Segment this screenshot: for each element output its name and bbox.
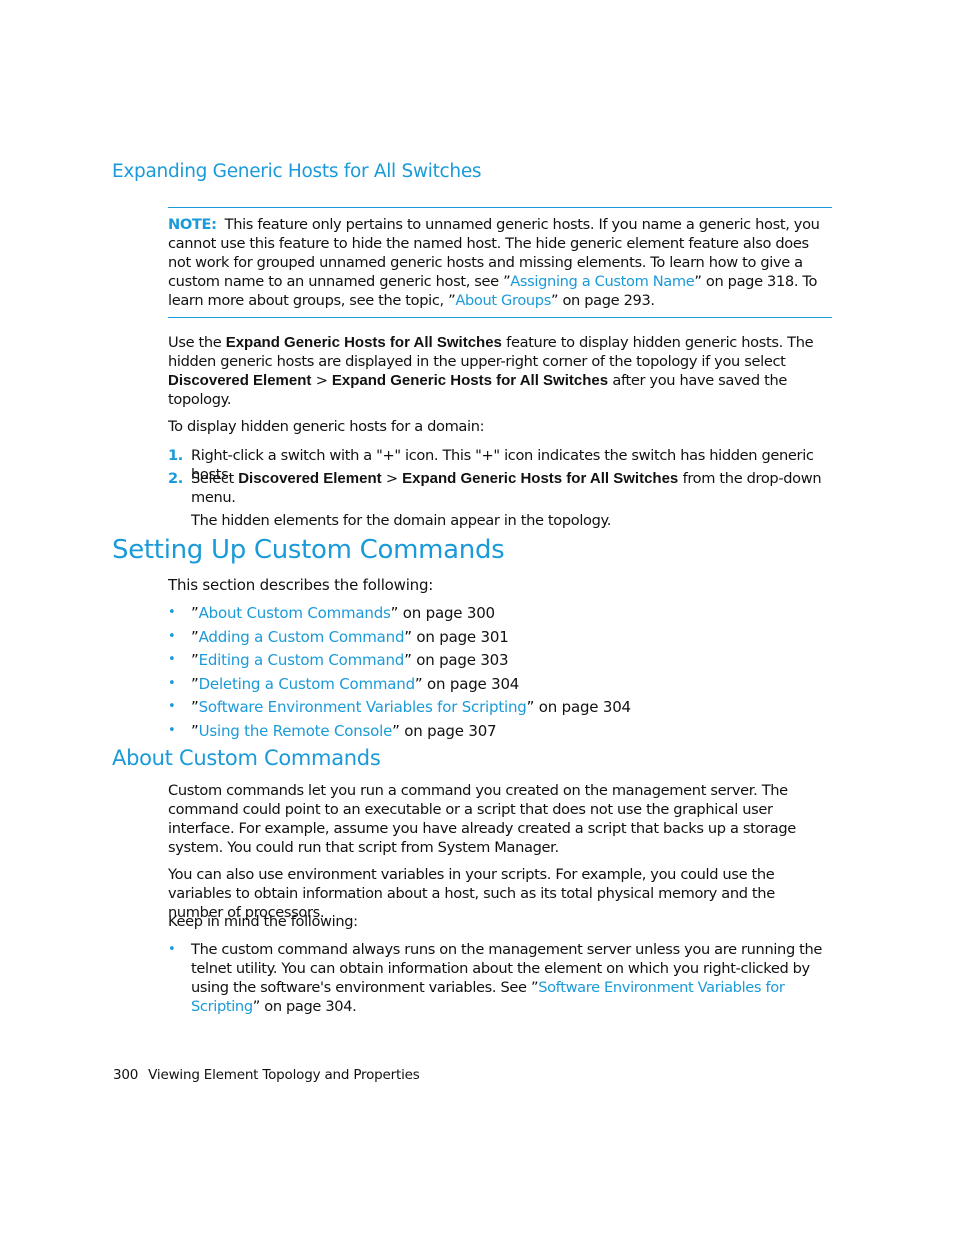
quote: ”: [191, 604, 199, 622]
quote: ”: [191, 627, 199, 646]
page-number: 300: [113, 1067, 139, 1083]
link-assigning-custom-name[interactable]: Assigning a Custom Name: [510, 273, 694, 290]
step-text: Select Discovered Element > Expand Gener…: [191, 470, 832, 508]
bullet-icon: •: [168, 652, 176, 667]
page-ref: ” on page 301: [404, 627, 509, 646]
quote: ”: [191, 721, 199, 740]
bullet-icon: •: [168, 605, 176, 620]
about-title: About Custom Commands: [112, 746, 381, 770]
link-about-groups[interactable]: About Groups: [455, 292, 551, 309]
page-ref: ” on page 303: [404, 651, 509, 669]
toc-item: • ”About Custom Commands” on page 300: [168, 603, 631, 627]
toc-item: • ”Adding a Custom Command” on page 301: [168, 627, 631, 651]
subsection-title: Expanding Generic Hosts for All Switches: [112, 161, 482, 182]
about-paragraph-3: Keep in mind the following:: [168, 913, 358, 930]
chapter-title: Viewing Element Topology and Properties: [148, 1067, 420, 1083]
section-intro: This section describes the following:: [168, 576, 434, 594]
bullet-icon: •: [168, 699, 176, 714]
intro-paragraph: Use the Expand Generic Hosts for All Swi…: [168, 334, 832, 410]
toc-item: • ”Deleting a Custom Command” on page 304: [168, 674, 631, 698]
procedure-intro: To display hidden generic hosts for a do…: [168, 418, 485, 435]
toc-link[interactable]: Adding a Custom Command: [199, 628, 405, 646]
quote: ”: [191, 674, 199, 693]
text: ” on page 304.: [252, 997, 357, 1015]
about-bullet-item: • The custom command always runs on the …: [168, 941, 832, 1017]
toc-link[interactable]: Editing a Custom Command: [199, 651, 405, 669]
page-ref: ” on page 304: [526, 698, 631, 716]
text: Select: [191, 470, 239, 487]
step-number: 1.: [168, 447, 183, 464]
step-2: 2. Select Discovered Element > Expand Ge…: [168, 470, 832, 531]
about-paragraph-1: Custom commands let you run a command yo…: [168, 782, 796, 856]
step-result: The hidden elements for the domain appea…: [191, 511, 612, 529]
bold-text: Discovered Element: [168, 371, 312, 389]
text: Use the: [168, 334, 226, 351]
toc-link[interactable]: Using the Remote Console: [199, 722, 393, 740]
toc-link[interactable]: About Custom Commands: [199, 604, 391, 622]
page-ref: ” on page 307: [392, 721, 497, 740]
toc-link[interactable]: Deleting a Custom Command: [199, 675, 416, 693]
bold-text: Discovered Element: [238, 470, 382, 487]
document-page: Expanding Generic Hosts for All Switches…: [0, 0, 954, 1235]
quote: ”: [191, 698, 199, 716]
page-footer: 300 Viewing Element Topology and Properti…: [113, 1067, 420, 1083]
text: >: [381, 470, 403, 487]
bold-text: Expand Generic Hosts for All Switches: [402, 470, 679, 487]
section-title: Setting Up Custom Commands: [112, 535, 505, 565]
page-ref: ” on page 300: [390, 604, 495, 622]
bullet-icon: •: [168, 722, 176, 738]
bullet-icon: •: [168, 675, 176, 691]
page-ref: ” on page 304: [414, 674, 520, 693]
toc-link[interactable]: Software Environment Variables for Scrip…: [199, 698, 527, 716]
toc-item: • ”Editing a Custom Command” on page 303: [168, 650, 631, 674]
step-number: 2.: [168, 470, 183, 487]
toc-list: • ”About Custom Commands” on page 300 • ”A…: [168, 603, 631, 744]
bullet-icon: •: [168, 942, 176, 957]
bullet-icon: •: [168, 628, 176, 644]
bold-text: Expand Generic Hosts for All Switches: [225, 334, 502, 351]
note-label: NOTE:: [168, 216, 217, 233]
bold-text: Expand Generic Hosts for All Switches: [331, 371, 609, 389]
note-box: NOTE: This feature only pertains to unnam…: [168, 207, 832, 318]
toc-item: • ”Software Environment Variables for Scr…: [168, 697, 631, 721]
note-text: ” on page 293.: [550, 291, 655, 309]
quote: ”: [191, 651, 199, 669]
text: >: [311, 371, 332, 389]
toc-item: • ”Using the Remote Console” on page 307: [168, 721, 631, 745]
